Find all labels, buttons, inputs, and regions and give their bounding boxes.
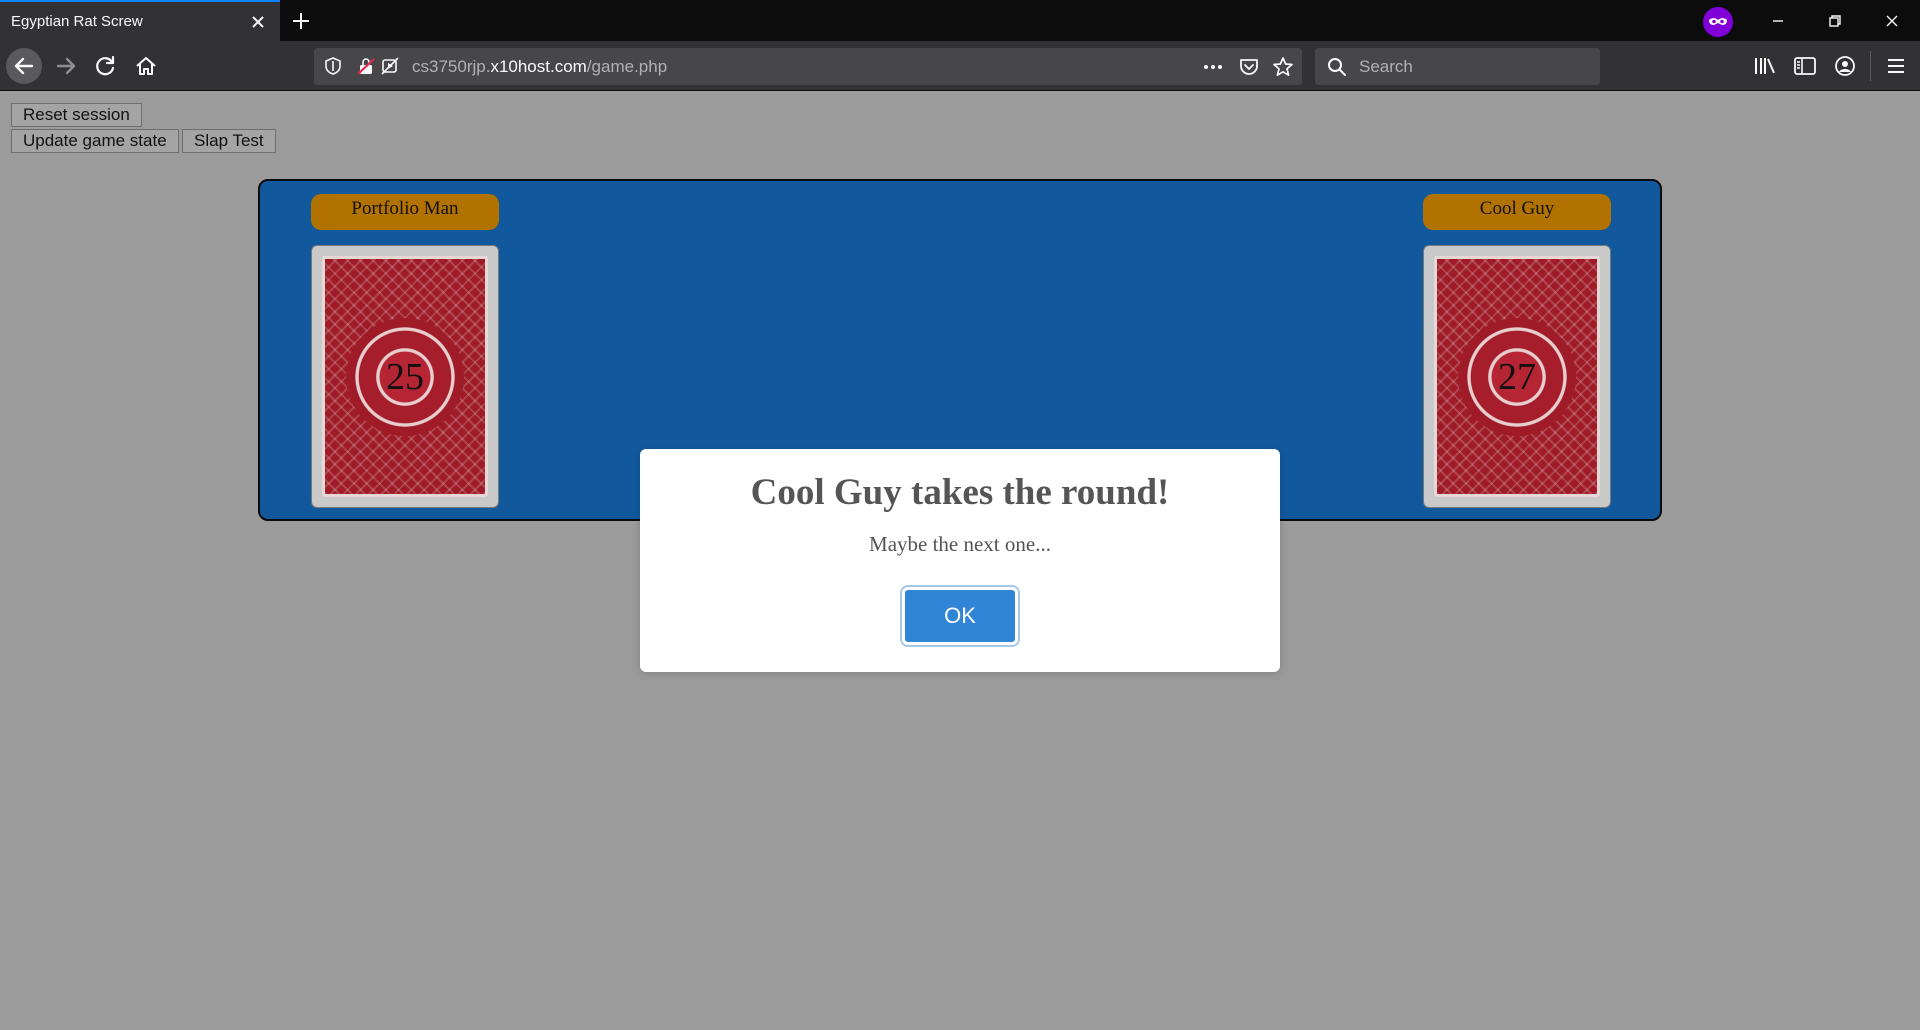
dialog-title: Cool Guy takes the round! <box>750 472 1170 513</box>
search-placeholder: Search <box>1359 57 1413 76</box>
arrow-right-icon <box>56 57 76 75</box>
card-back: 27 <box>1434 256 1600 497</box>
card-count: 25 <box>386 355 424 398</box>
arrow-left-icon <box>14 57 34 75</box>
opponent-name-label: Cool Guy <box>1423 194 1611 230</box>
close-window-icon[interactable] <box>1879 8 1905 34</box>
toolbar-separator <box>1870 51 1871 81</box>
opponent-deck[interactable]: 27 <box>1423 245 1611 508</box>
search-icon <box>1328 58 1346 76</box>
hamburger-menu-icon[interactable] <box>1884 55 1908 77</box>
new-tab-icon[interactable] <box>288 8 314 34</box>
account-icon[interactable] <box>1833 55 1857 77</box>
close-icon[interactable] <box>247 11 269 33</box>
private-browsing-icon <box>1703 7 1733 37</box>
update-game-state-button[interactable]: Update game state <box>11 129 179 153</box>
shield-icon[interactable] <box>323 56 343 76</box>
player-deck[interactable]: 25 <box>311 245 499 508</box>
more-actions-icon[interactable] <box>1202 57 1224 77</box>
navigation-toolbar: cs3750rjp.x10host.com/game.php Search <box>0 41 1920 91</box>
reload-icon <box>96 55 115 76</box>
insecure-lock-icon[interactable] <box>356 56 376 76</box>
slap-test-button[interactable]: Slap Test <box>182 129 276 153</box>
card-back: 25 <box>322 256 488 497</box>
player-name-label: Portfolio Man <box>311 194 499 230</box>
address-bar[interactable]: cs3750rjp.x10host.com/game.php <box>314 48 1302 85</box>
back-button[interactable] <box>6 48 42 84</box>
reload-button[interactable] <box>88 48 124 84</box>
ok-button[interactable]: OK <box>900 585 1020 647</box>
minimize-icon[interactable] <box>1765 8 1791 34</box>
pocket-icon[interactable] <box>1238 56 1260 78</box>
home-icon <box>136 57 156 75</box>
bookmark-star-icon[interactable] <box>1272 56 1294 78</box>
dialog-message: Maybe the next one... <box>869 532 1051 556</box>
browser-tab-active[interactable]: Egyptian Rat Screw <box>0 0 280 41</box>
autoplay-blocked-icon[interactable] <box>380 56 400 76</box>
card-count: 27 <box>1498 355 1536 398</box>
restore-icon[interactable] <box>1822 8 1848 34</box>
sidebar-icon[interactable] <box>1793 55 1817 77</box>
reset-session-button[interactable]: Reset session <box>11 103 142 127</box>
search-bar[interactable]: Search <box>1315 48 1600 85</box>
tab-strip: Egyptian Rat Screw <box>0 0 1920 41</box>
round-result-dialog: Cool Guy takes the round! Maybe the next… <box>640 449 1280 672</box>
library-icon[interactable] <box>1753 55 1777 77</box>
home-button[interactable] <box>128 48 164 84</box>
tab-title: Egyptian Rat Screw <box>11 13 143 30</box>
url-text[interactable]: cs3750rjp.x10host.com/game.php <box>412 57 667 77</box>
forward-button[interactable] <box>48 48 84 84</box>
